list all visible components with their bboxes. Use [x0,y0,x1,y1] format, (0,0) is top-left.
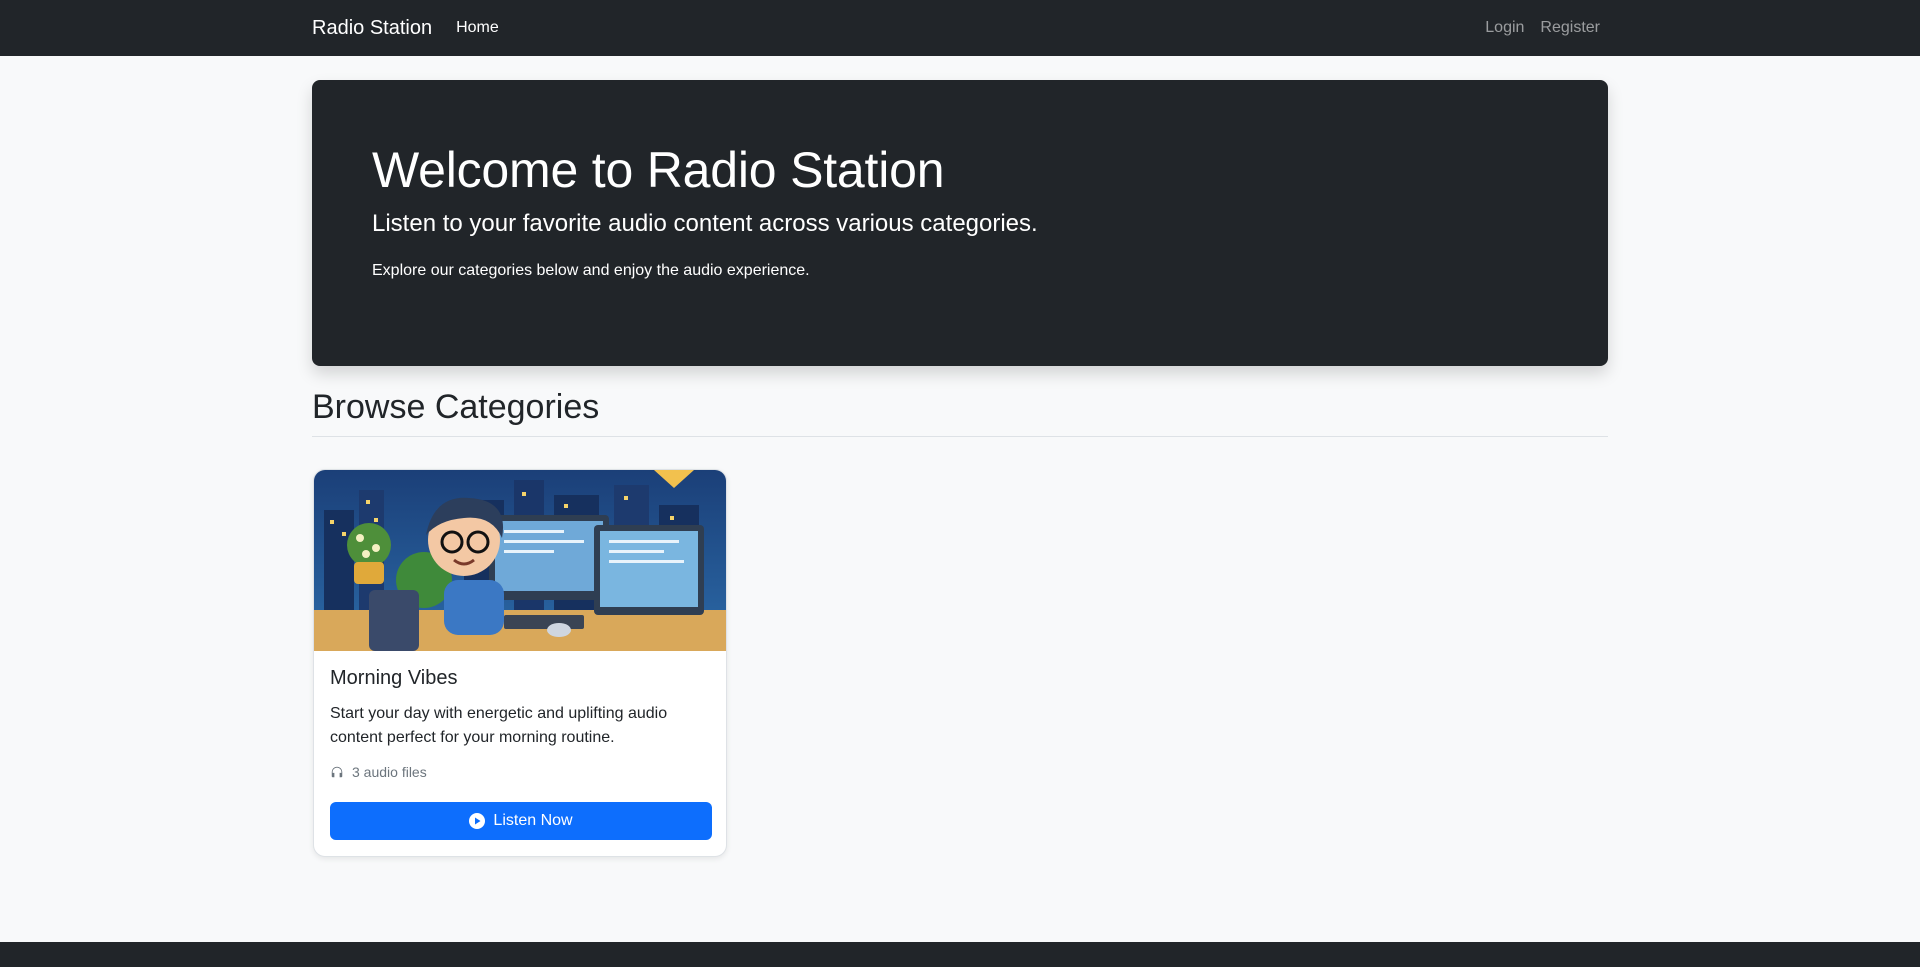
brand-link[interactable]: Radio Station [312,17,432,40]
hero-subtitle: Explore our categories below and enjoy t… [372,262,810,279]
audio-count-text: 3 audio files [352,764,427,780]
navbar-container: Radio Station Home Login Register [312,0,1608,56]
nav-link-login[interactable]: Login [1485,19,1524,37]
listen-now-label: Listen Now [493,812,573,829]
nav-auth-links: Login Register [1485,19,1608,37]
hero-banner: Welcome to Radio Station Listen to your … [312,80,1608,366]
headphones-icon [331,766,343,778]
footer [0,942,1920,967]
audio-count: 3 audio files [330,764,710,780]
hero-title: Welcome to Radio Station [372,142,945,198]
category-description: Start your day with energetic and uplift… [330,705,668,746]
category-image [314,470,726,651]
nav-link-home[interactable]: Home [456,19,499,37]
navbar: Radio Station Home Login Register [0,0,1920,56]
card-body: Morning Vibes Start your day with energe… [314,651,726,856]
play-circle-icon [469,813,486,829]
category-card: Morning Vibes Start your day with energe… [313,469,727,857]
nav-link-register[interactable]: Register [1540,19,1600,37]
category-title: Morning Vibes [330,667,458,689]
hero-lead: Listen to your favorite audio content ac… [372,210,1038,237]
section-title: Browse Categories [312,388,1608,437]
listen-now-button[interactable]: Listen Now [330,802,712,840]
